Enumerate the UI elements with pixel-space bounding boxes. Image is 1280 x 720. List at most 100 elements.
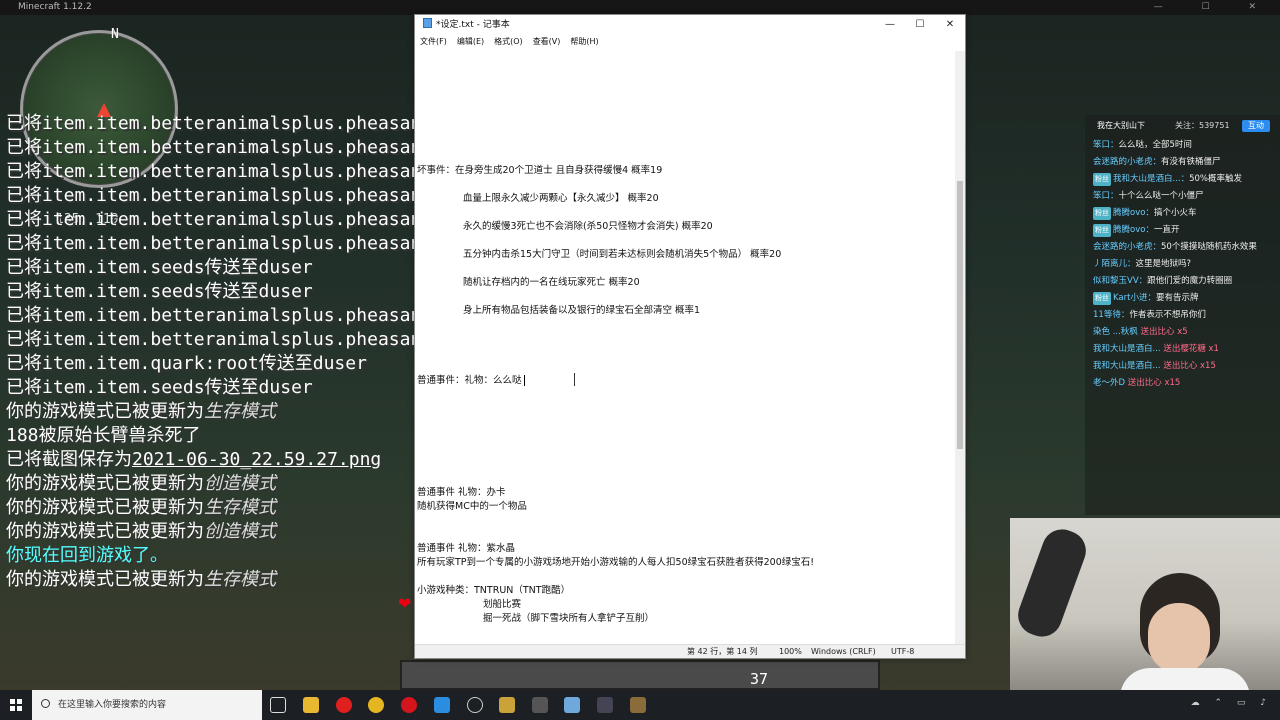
chat-line: 已将item.item.quark:root传送至duser [6,353,367,374]
text-line: 永久的缓慢3死亡也不会消除(杀50只怪物才会消失) 概率20 [463,221,713,232]
maximize-button[interactable]: ☐ [905,15,935,35]
text-line: 小游戏种类：TNTRUN（TNT跑酷） [417,585,571,596]
chat-message: 粉丝 Kart小进：要有告示牌 [1093,292,1199,305]
chat-message: 笨口：十个么么哒一个小僵尸 [1093,191,1204,201]
chat-line-return: 你现在回到游戏了。 [6,545,168,566]
chat-message: 粉丝 腾腾ovo：一直开 [1093,224,1180,237]
chat-message: 会迷路的小老虎：有没有铁桶僵尸 [1093,157,1221,167]
text-cursor-icon [574,373,580,386]
game-chat-log: 已将item.item.betteranimalsplus.pheasant_ … [6,112,416,592]
text-line: 身上所有物品包括装备以及银行的绿宝石全部清空 概率1 [463,305,701,316]
chat-line-gamemode: 你的游戏模式已被更新为生存模式 [6,401,276,422]
app-icon[interactable] [434,697,450,713]
screenshot-link[interactable]: 2021-06-30_22.59.27.png [132,449,381,470]
hotbar[interactable]: 37 [400,660,880,690]
chat-line-gamemode: 你的游戏模式已被更新为创造模式 [6,521,276,542]
text-line-current: 普通事件：礼物：么么哒 [417,372,525,386]
notepad-taskbar-icon[interactable] [564,697,580,713]
compass-north: N [111,27,119,42]
text-line: 普通事件 礼物：办卡 [417,487,506,498]
chat-line: 已将item.item.betteranimalsplus.pheasant_ [6,185,416,206]
gift-message: 老～外D 送出比心 x15 [1093,378,1181,388]
minecraft-taskbar-icon[interactable] [630,697,646,713]
start-button[interactable] [0,690,32,720]
hotbar-item-count: 37 [750,670,769,688]
opera-icon[interactable] [336,697,352,713]
chat-line: 已将item.item.betteranimalsplus.pheasant_ [6,137,416,158]
file-explorer-icon[interactable] [303,697,319,713]
notepad-text-area[interactable]: 坏事件：在身旁生成20个卫道士 且自身获得缓慢4 概率19 血量上限永久减少两颗… [415,51,957,646]
text-line: 五分钟内击杀15大门守卫（时间到若未达标则会随机消失5个物品） 概率20 [463,249,782,260]
gift-message: 我和大山是酒白... 送出比心 x15 [1093,361,1216,371]
chat-line-death: 188被原始长臂兽杀死了 [6,425,201,446]
text-line: 血量上限永久减少两颗心【永久减少】 概率20 [463,193,659,204]
taskbar-search[interactable]: 在这里输入你要搜索的内容 [32,690,262,720]
chat-line: 已将item.item.betteranimalsplus.pheasant_ [6,209,416,230]
menu-help[interactable]: 帮助(H) [570,35,598,49]
line-ending: Windows (CRLF) [811,647,876,656]
text-line: 坏事件：在身旁生成20个卫道士 且自身获得缓慢4 概率19 [417,165,663,176]
chat-message: 笨口：么么哒，全部5时间 [1093,140,1192,150]
menu-edit[interactable]: 编辑(E) [457,35,484,49]
text-line: 随机让存档内的一名在线玩家死亡 概率20 [463,277,640,288]
notepad-app-icon [423,18,432,28]
close-button[interactable]: ✕ [935,15,965,35]
chat-line: 已将item.item.betteranimalsplus.pheasant_ [6,161,416,182]
encoding: UTF-8 [891,647,915,656]
microphone-icon [1012,523,1092,643]
chat-line: 已将item.item.seeds传送至duser [6,257,313,278]
chat-line: 已将item.item.betteranimalsplus.pheasant_ [6,233,416,254]
text-line: 所有玩家TP到一个专属的小游戏场地开始小游戏输的人每人扣50绿宝石获胜者获得20… [417,557,815,568]
chat-line-screenshot: 已将截图保存为2021-06-30_22.59.27.png [6,449,382,470]
scrollbar-thumb[interactable] [957,181,963,449]
menu-file[interactable]: 文件(F) [420,35,447,49]
minecraft-window-controls[interactable]: — ☐ ✕ [1154,0,1274,15]
windows-logo-icon [10,699,22,711]
chat-message: 丿陌离儿：这里是地狱吗? [1093,259,1192,269]
streamer-face [1148,603,1210,673]
chat-message: 粉丝 腾腾ovo：搞个小火车 [1093,207,1197,220]
stream-header: 我在大别山下 关注：539751 互动 [1085,115,1280,137]
gift-message: 染色 ...秋枫 送出比心 x5 [1093,327,1188,337]
steam-icon[interactable] [467,697,483,713]
streamer-shirt [1120,668,1250,690]
webcam-overlay [1010,518,1280,690]
stream-chat-panel: 我在大别山下 关注：539751 互动 笨口：么么哒，全部5时间 会迷路的小老虎… [1085,115,1280,515]
notepad-title: *设定.txt - 记事本 [436,20,510,30]
notepad-titlebar[interactable]: *设定.txt - 记事本 — ☐ ✕ [415,15,965,35]
minecraft-titlebar: Minecraft 1.12.2 — ☐ ✕ [0,0,1280,15]
menu-view[interactable]: 查看(V) [533,35,561,49]
chat-message: 11等待：作者表示不想吊你们 [1093,310,1206,320]
app-icon[interactable] [499,697,515,713]
chat-line-gamemode: 你的游戏模式已被更新为创造模式 [6,473,276,494]
vertical-scrollbar[interactable] [955,51,965,646]
text-line: 随机获得MC中的一个物品 [417,501,527,512]
interact-button[interactable]: 互动 [1242,120,1270,132]
minimize-button[interactable]: — [875,15,905,35]
text-line: 掘一死战（脚下雪块所有人拿铲子互削） [483,613,655,624]
text-line: 划船比赛 [483,599,522,610]
chat-line: 已将item.item.betteranimalsplus.pheasant_ [6,113,416,134]
heart-icon: ❤ [398,594,412,613]
chat-line: 已将item.item.seeds传送至duser [6,281,313,302]
notepad-window[interactable]: *设定.txt - 记事本 — ☐ ✕ 文件(F) 编辑(E) 格式(O) 查看… [414,14,966,659]
chat-message: 似和黎玉VV：跟他们爱的魔力转圈圈 [1093,276,1233,286]
netease-music-icon[interactable] [401,697,417,713]
app-icon[interactable] [597,697,613,713]
follow-count: 关注：539751 [1175,121,1230,130]
system-tray[interactable]: ☁ ⌃ ▭ ♪ [1191,698,1272,708]
task-view-icon[interactable] [270,697,286,713]
notepad-menubar: 文件(F) 编辑(E) 格式(O) 查看(V) 帮助(H) [415,35,965,49]
chrome-icon[interactable] [368,697,384,713]
zoom-level: 100% [779,647,802,656]
cursor-position: 第 42 行，第 14 列 [687,647,758,656]
obs-icon[interactable] [532,697,548,713]
text-line: 普通事件 礼物：紫水晶 [417,543,516,554]
chat-message: 会迷路的小老虎：50个摸摸哒随机药水效果 [1093,242,1257,252]
chat-line-gamemode: 你的游戏模式已被更新为生存模式 [6,497,276,518]
chat-line: 已将item.item.betteranimalsplus.pheasant_ [6,329,416,350]
chat-line: 已将item.item.betteranimalsplus.pheasant_ [6,305,416,326]
chat-line-gamemode: 你的游戏模式已被更新为生存模式 [6,569,276,590]
menu-format[interactable]: 格式(O) [494,35,523,49]
gift-message: 我和大山是酒白... 送出樱花糖 x1 [1093,344,1219,354]
